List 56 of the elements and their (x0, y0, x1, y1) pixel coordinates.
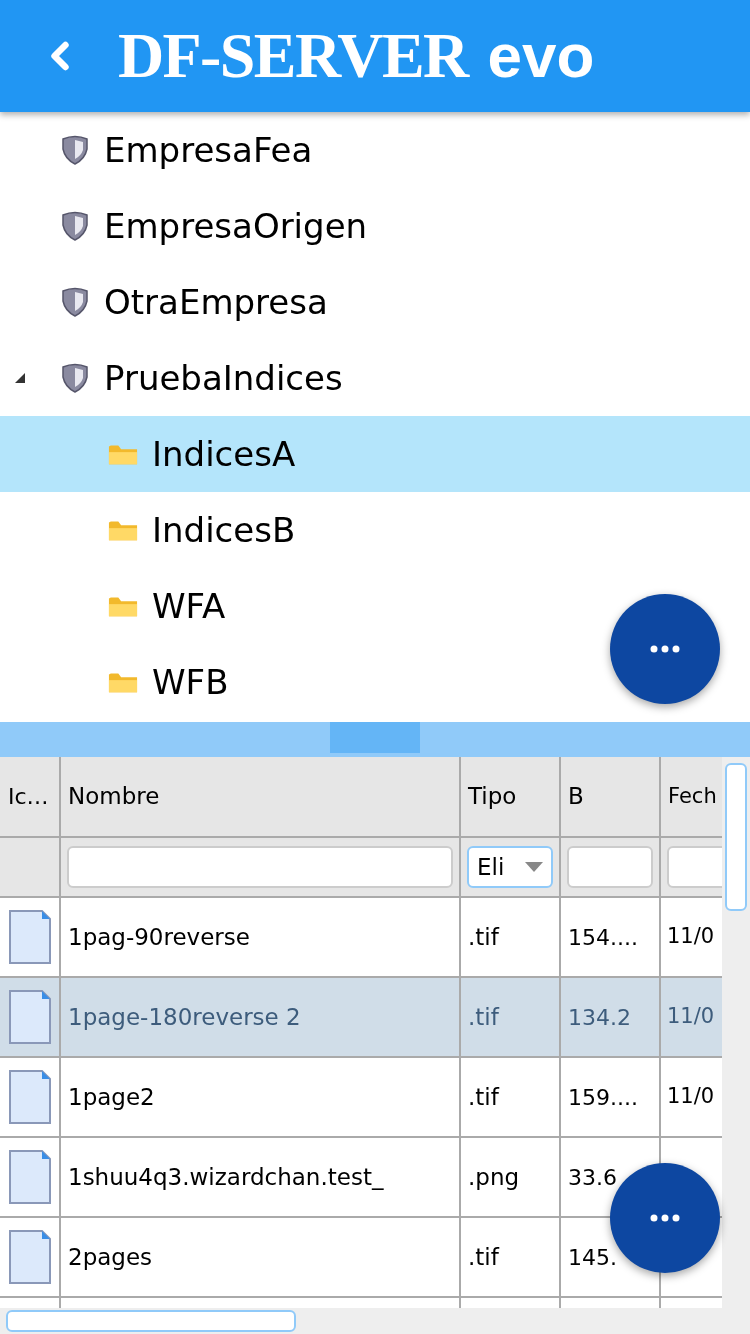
logo-text: DF-SERVER (118, 24, 468, 88)
file-row[interactable]: 1page2 .tif 159.... 11/0 (0, 1058, 722, 1138)
shield-icon (61, 211, 89, 241)
type-cell-text: .tif (468, 922, 499, 952)
size-cell-text: 134.2 (568, 1003, 631, 1032)
tree-item-label: PruebaIndices (104, 356, 343, 400)
tree-item-label: WFA (152, 584, 226, 628)
shield-icon (61, 287, 89, 317)
date-cell-text: 11/0 (667, 1083, 715, 1111)
tree-item-label: IndicesA (152, 432, 296, 476)
shield-icon (61, 135, 89, 165)
scrollbar-thumb[interactable] (725, 763, 747, 911)
shield-icon (61, 363, 89, 393)
size-cell-text: 154.... (568, 923, 638, 952)
splitter-bar[interactable] (0, 722, 750, 757)
type-cell-text: .tif (468, 1002, 499, 1032)
column-header[interactable]: Ic… (0, 757, 61, 836)
size-filter-field[interactable] (567, 846, 653, 888)
logo-suffix: evo (487, 25, 595, 87)
tree-item-label: WFB (152, 660, 229, 704)
name-cell-text: 2pages (68, 1242, 153, 1272)
tree-item-label: EmpresaOrigen (104, 204, 368, 248)
more-icon (650, 645, 680, 653)
type-filter-dropdown[interactable]: Eli (467, 846, 553, 888)
type-cell-text: .tif (468, 1242, 499, 1272)
file-row[interactable]: 1shuu4q3.wizardchan.test_ .png 33.6 (0, 1138, 722, 1218)
splitter-handle[interactable] (330, 722, 420, 753)
name-cell-text: 1page-180reverse 2 (68, 1002, 301, 1032)
tree-item-label: IndicesB (152, 508, 296, 552)
name-cell-text: 1page2 (68, 1082, 155, 1112)
more-icon (650, 1214, 680, 1222)
type-cell-text: .png (468, 1162, 520, 1192)
size-cell-text: 145. (568, 1243, 617, 1272)
name-cell-text: 1pag-90reverse (68, 922, 250, 952)
column-header[interactable]: Tipo (461, 757, 561, 836)
type-cell-text: .tif (468, 1082, 499, 1112)
size-cell-text: 159.... (568, 1083, 638, 1112)
date-cell-text: 11/0 (667, 923, 715, 951)
scrollbar-thumb[interactable] (6, 1310, 296, 1332)
file-row[interactable]: 1page-180reverse 2 .tif 134.2 11/0 (0, 978, 722, 1058)
expanded-triangle-icon[interactable] (14, 372, 26, 384)
file-row[interactable]: 1pag-90reverse .tif 154.... 11/0 (0, 898, 722, 978)
column-header[interactable]: B (561, 757, 661, 836)
name-filter-field[interactable] (67, 846, 453, 888)
name-cell-text: 1shuu4q3.wizardchan.test_ (68, 1162, 384, 1192)
file-row[interactable]: 2pages .tif 145. (0, 1218, 722, 1298)
tree-item[interactable]: IndicesA (0, 416, 750, 492)
column-header[interactable]: Fech (661, 757, 722, 836)
vertical-scrollbar[interactable] (722, 757, 750, 1308)
horizontal-scrollbar[interactable] (0, 1308, 750, 1334)
tree-item-label: OtraEmpresa (104, 280, 328, 324)
date-cell-text: 11/0 (667, 1003, 715, 1031)
column-header[interactable]: Nombre (61, 757, 461, 836)
tree-item-label: EmpresaFea (104, 128, 313, 172)
dropdown-caret-icon (525, 862, 543, 872)
size-cell-text: 33.6 (568, 1163, 617, 1192)
